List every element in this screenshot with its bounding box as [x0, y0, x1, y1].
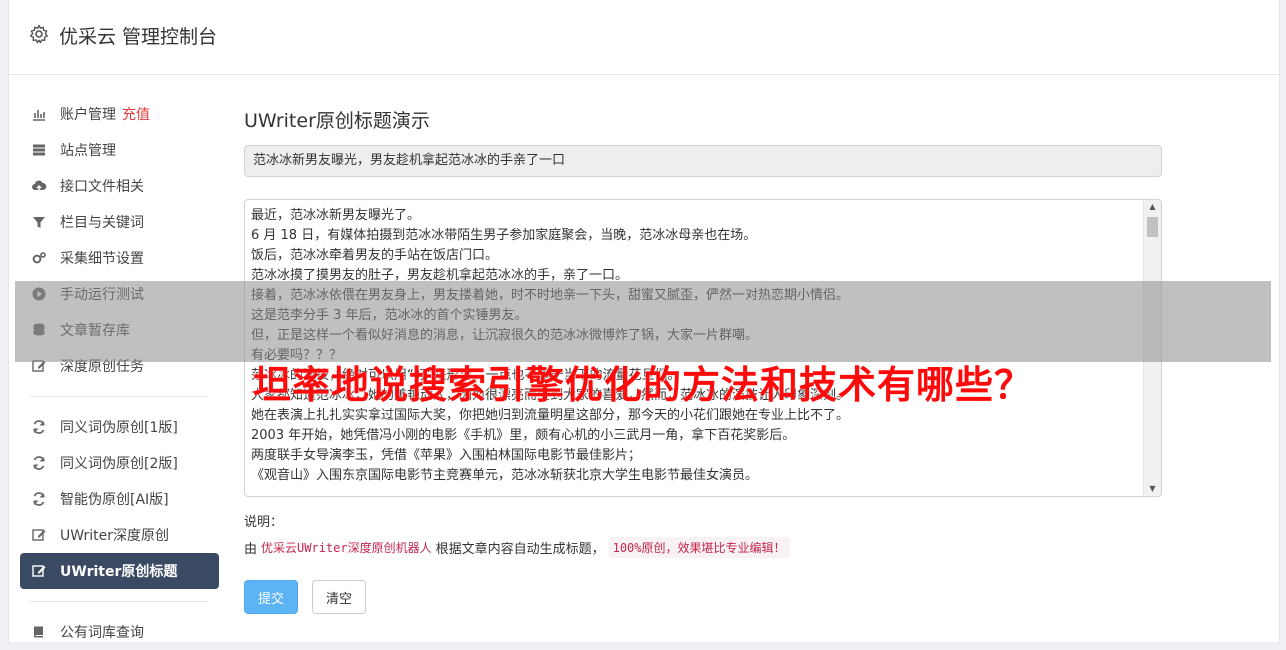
- header: 优采云 管理控制台: [9, 0, 1279, 75]
- overlay-caption: 坦率地说搜索引擎优化的方法和技术有哪些？: [252, 363, 1033, 407]
- recharge-link[interactable]: 充值: [122, 104, 150, 124]
- content-line: 她在表演上扎扎实实拿过国际大奖，你把她归到流量明星这部分，那今天的小花们跟她在专…: [251, 408, 850, 423]
- sidebar-item-label: UWriter深度原创: [60, 528, 169, 544]
- sidebar-item-label: 站点管理: [60, 143, 116, 159]
- action-buttons: 提交 清空: [244, 580, 1164, 614]
- sidebar-item[interactable]: 同义词伪原创[1版]: [20, 409, 229, 445]
- sidebar-item[interactable]: 栏目与关键词: [20, 204, 229, 240]
- description-label: 说明：: [244, 515, 284, 530]
- description-middle: 根据文章内容自动生成标题，: [435, 541, 605, 557]
- sidebar-item-label: 公有词库查询: [60, 625, 144, 641]
- filter-icon: [30, 213, 48, 231]
- scroll-down-icon[interactable]: ▼: [1144, 482, 1161, 496]
- sidebar-item[interactable]: 同义词伪原创[2版]: [20, 445, 229, 481]
- book-icon: [30, 623, 48, 641]
- sidebar-item[interactable]: 接口文件相关: [20, 168, 229, 204]
- content-line: 最近，范冰冰新男友曝光了。: [251, 208, 421, 223]
- refresh-icon: [30, 490, 48, 508]
- sidebar-item-label: 采集细节设置: [60, 251, 144, 267]
- sidebar-item-label: 智能伪原创[AI版]: [60, 492, 169, 508]
- sidebar-divider: [30, 601, 208, 602]
- console-title: 优采云 管理控制台: [59, 26, 218, 48]
- sidebar-item[interactable]: 站点管理: [20, 132, 229, 168]
- content-line: 饭后，范冰冰牵着男友的手站在饭店门口。: [251, 248, 499, 263]
- content-line: 2003 年开始，她凭借冯小刚的电影《手机》里，颇有心机的小三武月一角，拿下百花…: [251, 428, 796, 443]
- sidebar-item-label: 同义词伪原创[2版]: [60, 456, 178, 472]
- cloud-upload-icon: [30, 177, 48, 195]
- edit-icon: [30, 526, 48, 544]
- sidebar-item-label: 账户管理: [60, 107, 116, 123]
- content-line: 《观音山》入围东京国际电影节主竞赛单元，范冰冰斩获北京大学生电影节最佳女演员。: [251, 468, 759, 483]
- refresh-icon: [30, 418, 48, 436]
- sidebar-item-label: UWriter原创标题: [60, 564, 178, 580]
- sidebar-item-label: 同义词伪原创[1版]: [60, 420, 178, 436]
- title-output-field[interactable]: 范冰冰新男友曝光，男友趁机拿起范冰冰的手亲了一口: [244, 145, 1162, 177]
- sidebar-item[interactable]: 采集细节设置: [20, 240, 229, 276]
- description-prefix: 由: [244, 541, 258, 557]
- sidebar-item-label: 栏目与关键词: [60, 215, 144, 231]
- sidebar-item[interactable]: 账户管理 充值: [20, 96, 229, 132]
- edit-icon: [30, 562, 48, 580]
- description-robot-name: 优采云UWriter深度原创机器人: [261, 540, 432, 555]
- cogs-icon: [30, 249, 48, 267]
- page-title: UWriter原创标题演示: [244, 110, 430, 132]
- content-line: 两度联手女导演李玉，凭借《苹果》入围柏林国际电影节最佳影片；: [251, 448, 642, 463]
- server-icon: [30, 141, 48, 159]
- sidebar-item[interactable]: 智能伪原创[AI版]: [20, 481, 229, 517]
- sidebar-item[interactable]: UWriter原创标题: [20, 553, 219, 589]
- bar-chart-icon: [30, 105, 48, 123]
- sidebar-item[interactable]: UWriter深度原创: [20, 517, 229, 553]
- content-line: 6 月 18 日，有媒体拍摄到范冰冰带陌生男子参加家庭聚会，当晚，范冰冰母亲也在…: [251, 228, 757, 243]
- gear-icon: [30, 24, 48, 44]
- refresh-icon: [30, 454, 48, 472]
- submit-button[interactable]: 提交: [244, 580, 298, 614]
- sidebar-item[interactable]: 公有词库查询: [20, 614, 229, 650]
- scrollbar-thumb[interactable]: [1147, 217, 1158, 237]
- sidebar-item-label: 接口文件相关: [60, 179, 144, 195]
- description: 由 优采云UWriter深度原创机器人 根据文章内容自动生成标题， 100%原创…: [244, 536, 1164, 558]
- overlay-band: [15, 281, 1271, 362]
- description-highlight: 100%原创，效果堪比专业编辑！: [608, 536, 790, 558]
- scroll-up-icon[interactable]: ▲: [1144, 200, 1161, 214]
- clear-button[interactable]: 清空: [312, 580, 366, 614]
